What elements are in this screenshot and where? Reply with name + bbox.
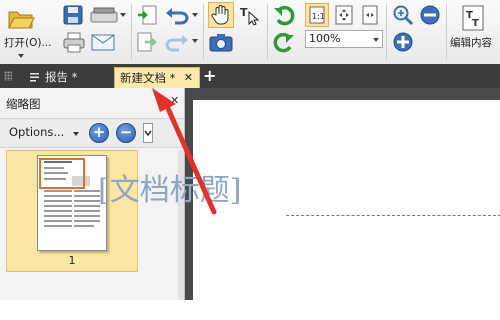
annotation-arrow-icon [152, 88, 217, 215]
